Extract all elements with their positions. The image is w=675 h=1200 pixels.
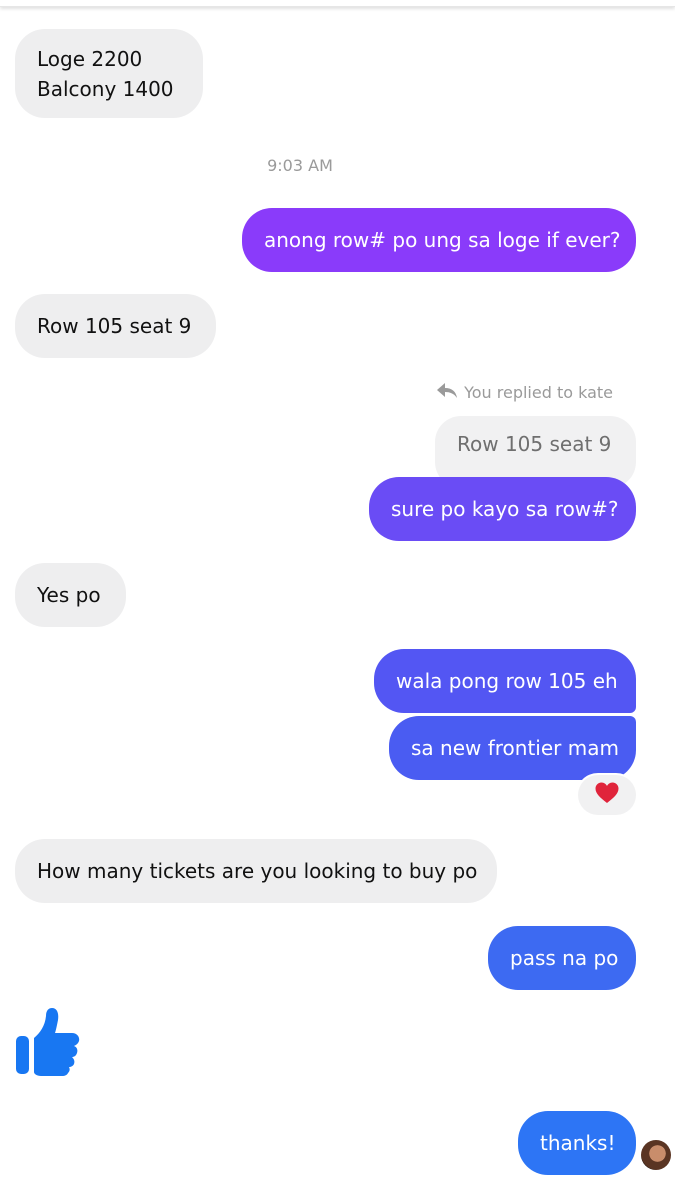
message-line: Balcony 1400 bbox=[37, 76, 174, 101]
reply-header: You replied to kate bbox=[436, 381, 613, 403]
outgoing-message[interactable]: sa new frontier mam bbox=[389, 716, 636, 780]
incoming-message[interactable]: Yes po bbox=[15, 563, 126, 627]
incoming-message[interactable]: How many tickets are you looking to buy … bbox=[15, 839, 497, 903]
outgoing-message[interactable]: anong row# po ung sa loge if ever? bbox=[242, 208, 636, 272]
reply-label-text: You replied to kate bbox=[464, 382, 613, 402]
incoming-message[interactable]: Loge 2200 Balcony 1400 bbox=[15, 29, 203, 118]
outgoing-message[interactable]: wala pong row 105 eh bbox=[374, 649, 636, 713]
reply-arrow-icon bbox=[436, 381, 458, 403]
message-text: thanks! bbox=[540, 1131, 616, 1155]
thumbs-up-icon[interactable] bbox=[14, 1006, 82, 1078]
heart-icon bbox=[594, 781, 620, 809]
outgoing-message[interactable]: thanks! bbox=[518, 1111, 636, 1175]
message-text: How many tickets are you looking to buy … bbox=[37, 859, 478, 883]
message-text: sa new frontier mam bbox=[411, 736, 619, 760]
message-text: pass na po bbox=[510, 946, 619, 970]
avatar[interactable] bbox=[641, 1140, 671, 1170]
message-text: Yes po bbox=[37, 583, 101, 607]
timestamp: 9:03 AM bbox=[267, 156, 333, 175]
outgoing-message[interactable]: pass na po bbox=[488, 926, 636, 990]
reaction-badge[interactable] bbox=[578, 775, 636, 815]
incoming-message[interactable]: Row 105 seat 9 bbox=[15, 294, 216, 358]
quoted-text: Row 105 seat 9 bbox=[457, 432, 612, 456]
top-bar bbox=[0, 0, 675, 7]
message-text: wala pong row 105 eh bbox=[396, 669, 618, 693]
message-text: Row 105 seat 9 bbox=[37, 314, 192, 338]
outgoing-message[interactable]: sure po kayo sa row#? bbox=[369, 477, 636, 541]
message-text: anong row# po ung sa loge if ever? bbox=[264, 228, 621, 252]
message-text: sure po kayo sa row#? bbox=[391, 497, 619, 521]
message-line: Loge 2200 bbox=[37, 46, 143, 71]
